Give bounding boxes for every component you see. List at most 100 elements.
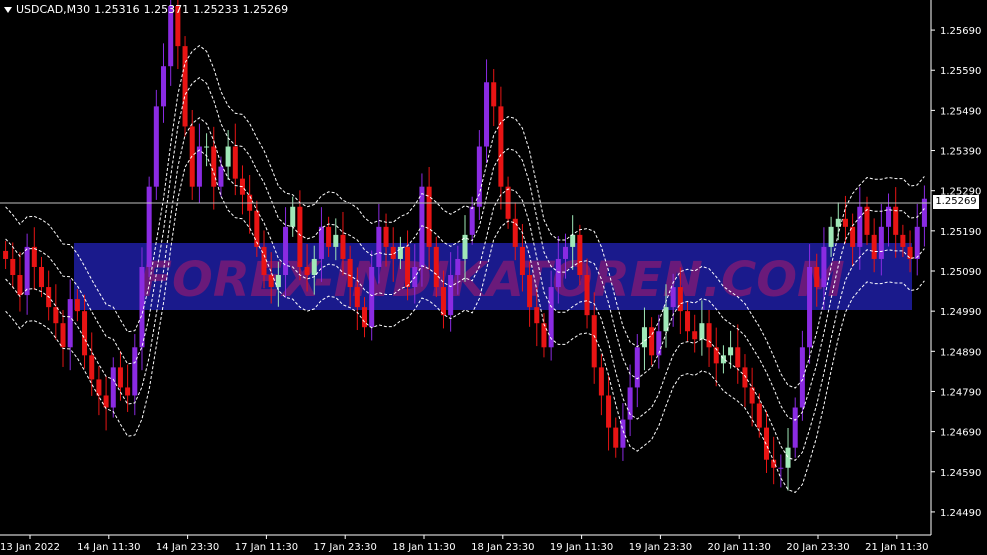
candle-body — [38, 266, 44, 288]
candle-body — [110, 367, 116, 408]
y-tick-label: 1.24690 — [940, 428, 981, 439]
candle-body — [570, 234, 576, 247]
candle-body — [763, 427, 770, 460]
candle-body — [864, 206, 870, 235]
candle-body — [376, 226, 382, 267]
candle-body — [512, 218, 518, 247]
candle-body — [584, 275, 590, 316]
candle-body — [333, 234, 339, 247]
current-price-badge: 1.25269 — [933, 195, 979, 209]
candle-body — [67, 299, 73, 348]
candle-body — [735, 347, 741, 368]
candle-body — [419, 186, 425, 267]
candle-body — [3, 250, 9, 259]
y-tick-label: 1.25190 — [940, 227, 981, 238]
candle-body — [699, 323, 705, 340]
candle-body — [10, 258, 16, 276]
high-value: 1.25371 — [143, 3, 190, 16]
y-tick-label: 1.25390 — [940, 147, 981, 158]
candle-body — [878, 226, 884, 259]
candle-body — [354, 287, 360, 308]
candle-body — [656, 331, 662, 356]
dropdown-triangle-icon[interactable] — [4, 7, 12, 13]
candle-body — [196, 146, 202, 187]
candle-body — [914, 226, 920, 259]
candle-body — [555, 258, 561, 288]
candle-body — [649, 327, 655, 356]
candle-body — [534, 307, 540, 324]
y-tick-label: 1.24990 — [940, 307, 981, 318]
candle-body — [455, 258, 461, 276]
candle-body — [527, 275, 533, 308]
x-tick-label: 13 Jan 2022 — [0, 542, 60, 553]
candle-body — [311, 258, 317, 276]
candle-body — [634, 347, 640, 388]
candle-body — [283, 226, 289, 276]
x-tick-label: 20 Jan 11:30 — [708, 542, 771, 553]
candle-body — [476, 146, 482, 207]
candle-body — [132, 347, 138, 396]
candle-body — [60, 323, 66, 348]
candle-body — [677, 287, 683, 312]
candle-body — [211, 146, 217, 187]
candle-body — [275, 275, 281, 288]
candle-body — [491, 82, 497, 107]
candle-body — [89, 355, 95, 380]
open-value: 1.25316 — [94, 3, 140, 16]
y-axis-labels: 1.256901.255901.254901.253901.252901.251… — [931, 26, 981, 519]
candle-body — [232, 146, 238, 179]
candle-body — [591, 315, 597, 368]
watermark: FOREX-INDIKATOREN.COM — [74, 243, 912, 310]
y-tick-label: 1.25590 — [940, 66, 981, 77]
chart-header: USDCAD,M30 1.25316 1.25371 1.25233 1.25269 — [4, 3, 292, 16]
candle-body — [692, 331, 698, 340]
candle-body — [613, 427, 619, 448]
candle-body — [82, 311, 88, 356]
candle-body — [871, 234, 877, 259]
x-tick-label: 17 Jan 23:30 — [314, 542, 377, 553]
candle-body — [498, 106, 504, 187]
x-tick-label: 18 Jan 23:30 — [471, 542, 534, 553]
candle-body — [562, 246, 569, 259]
low-value: 1.25233 — [193, 3, 239, 16]
candle-body — [448, 275, 454, 316]
close-value: 1.25269 — [242, 3, 289, 16]
candle-body — [484, 82, 490, 147]
candle-body — [225, 146, 231, 167]
candle-body — [606, 395, 612, 428]
x-tick-label: 20 Jan 23:30 — [786, 542, 849, 553]
candle-body — [117, 367, 123, 388]
candle-body — [182, 46, 188, 127]
y-tick-label: 1.24790 — [940, 387, 981, 398]
candle-body — [842, 218, 848, 227]
candle-body — [361, 307, 368, 328]
candle-body — [519, 246, 525, 276]
candle-body — [103, 395, 109, 408]
candle-body — [304, 266, 310, 276]
candle-body — [670, 287, 676, 308]
candle-body — [778, 467, 784, 469]
candle-body — [290, 206, 296, 227]
y-tick-label: 1.24590 — [940, 468, 981, 479]
candle-body — [828, 226, 834, 247]
candle-body — [204, 146, 210, 148]
candle-body — [218, 166, 224, 187]
x-tick-label: 17 Jan 11:30 — [235, 542, 298, 553]
candle-body — [146, 186, 152, 267]
candle-body — [440, 287, 446, 316]
candle-body — [347, 258, 353, 288]
candle-body — [857, 206, 863, 247]
candle-body — [74, 299, 80, 312]
price-chart[interactable]: FOREX-INDIKATOREN.COM 1.25690 1.25590 1.25… — [0, 0, 987, 555]
candle-body — [268, 275, 274, 288]
watermark-text: FOREX-INDIKATOREN.COM — [139, 252, 845, 308]
candle-body — [799, 347, 805, 408]
candle-body — [598, 367, 604, 396]
y-tick-label: 1.24890 — [940, 347, 981, 358]
candle-body — [254, 210, 260, 247]
candle-body — [756, 403, 762, 428]
chart-window[interactable]: FOREX-INDIKATOREN.COM 1.25690 1.25590 1.25… — [0, 0, 987, 555]
candle-body — [17, 275, 23, 296]
symbol-label: USDCAD,M30 — [16, 3, 91, 16]
x-tick-label: 14 Jan 11:30 — [77, 542, 140, 553]
